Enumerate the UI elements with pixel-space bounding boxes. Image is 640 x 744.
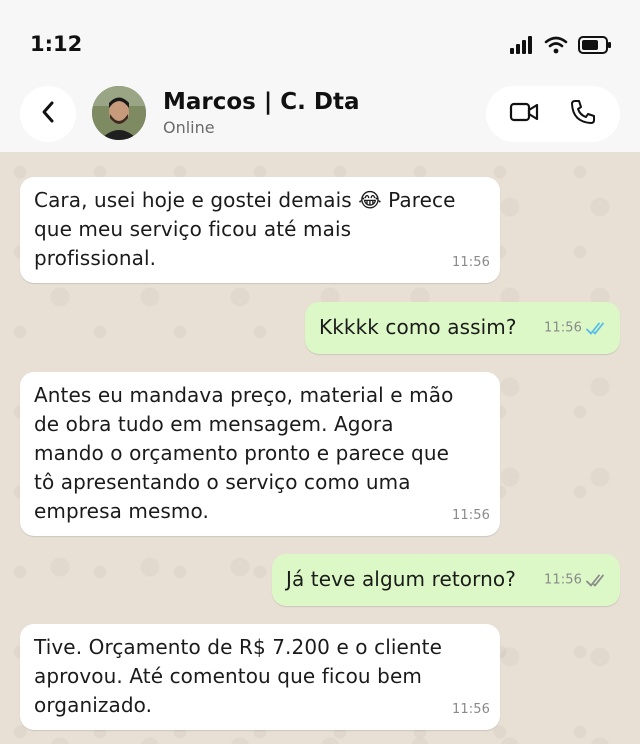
wifi-icon — [544, 36, 568, 58]
message-meta: 11:56 — [544, 566, 608, 595]
status-time: 1:12 — [30, 32, 83, 56]
signal-icon — [510, 36, 534, 58]
phone-call-icon[interactable] — [569, 98, 597, 130]
contact-name[interactable]: Marcos | C. Dta — [163, 89, 360, 115]
message-bubble-outgoing[interactable]: Kkkkk como assim? 11:56 — [305, 302, 620, 354]
video-call-icon[interactable] — [509, 101, 539, 127]
message-meta: 11:56 — [452, 501, 490, 530]
read-ticks-icon — [586, 321, 608, 335]
message-meta: 11:56 — [544, 314, 608, 343]
contact-avatar[interactable] — [92, 86, 146, 140]
message-time: 11:56 — [452, 255, 490, 270]
back-button[interactable] — [20, 86, 76, 142]
message-text: Antes eu mandava preço, material e mão d… — [34, 383, 454, 523]
message-bubble-outgoing[interactable]: Já teve algum retorno? 11:56 — [272, 554, 620, 606]
chat-header: Marcos | C. Dta Online — [0, 80, 640, 152]
message-bubble-incoming[interactable]: Antes eu mandava preço, material e mão d… — [20, 372, 500, 536]
message-bubble-incoming[interactable]: Tive. Orçamento de R$ 7.200 e o cliente … — [20, 624, 500, 730]
chat-area[interactable]: Cara, usei hoje e gostei demais 😂 Parece… — [0, 152, 640, 744]
status-icons — [510, 36, 612, 58]
message-bubble-incoming[interactable]: Cara, usei hoje e gostei demais 😂 Parece… — [20, 177, 500, 283]
status-bar: 1:12 — [0, 0, 640, 80]
message-time: 11:56 — [452, 702, 490, 717]
message-time: 11:56 — [544, 572, 582, 588]
message-text: Cara, usei hoje e gostei demais 😂 Parece… — [34, 188, 456, 270]
message-time: 11:56 — [452, 508, 490, 523]
battery-icon — [578, 36, 612, 58]
message-text: Tive. Orçamento de R$ 7.200 e o cliente … — [34, 635, 443, 717]
message-meta: 11:56 — [452, 248, 490, 277]
chevron-left-icon — [40, 100, 56, 128]
contact-status: Online — [163, 118, 215, 137]
call-actions — [486, 86, 620, 142]
delivered-ticks-icon — [586, 573, 608, 587]
message-meta: 11:56 — [452, 695, 490, 724]
message-time: 11:56 — [544, 320, 582, 336]
